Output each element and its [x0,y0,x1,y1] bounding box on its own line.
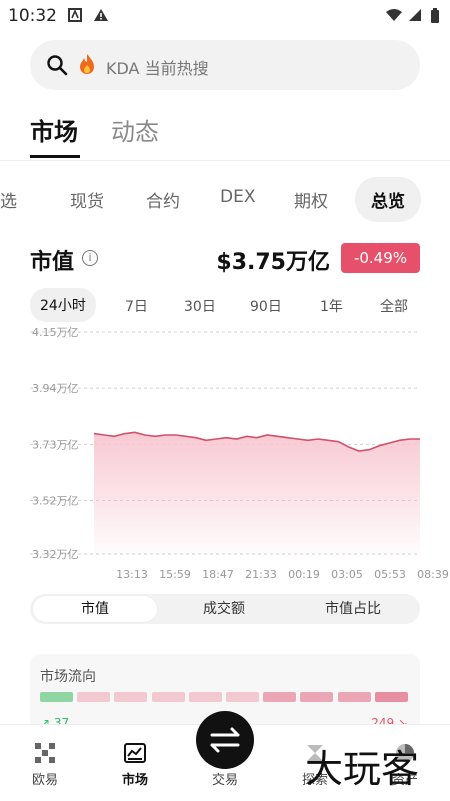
info-icon[interactable]: i [82,250,98,266]
y-tick-label: 4.15万亿 [32,326,79,339]
flow-bar-segment [374,692,408,702]
y-tick-label: 3.32万亿 [32,548,79,561]
x-axis-ticks: 13:13 15:59 18:47 21:33 00:19 03:05 05:53 08:39 [116,568,449,581]
range-all[interactable]: 全部 [380,296,408,316]
segment-dominance[interactable]: 市值占比 [290,594,416,624]
active-tab-underline [30,155,80,158]
flow-bar-segment [337,692,371,702]
range-7d[interactable]: 7日 [125,296,148,316]
y-tick-label: 3.52万亿 [32,495,79,508]
segment-volume[interactable]: 成交额 [162,594,286,624]
flow-bar-segment [77,692,111,702]
trade-button[interactable] [196,711,254,769]
chart-area [94,432,420,554]
okx-logo-icon[interactable] [35,743,55,763]
x-tick-label: 05:53 [374,568,406,581]
search-placeholder: KDA 当前热搜 [106,59,209,78]
x-tick-label: 03:05 [331,568,363,581]
swap-arrows-icon [210,727,240,753]
flow-bar-segment [114,692,148,702]
market-cap-chart[interactable]: 4.15万亿 3.94万亿 3.73万亿 3.52万亿 3.32万亿 13:13 15:5… [0,320,450,590]
range-1y[interactable]: 1年 [320,296,343,316]
market-cap-title: 市值 [30,250,75,275]
change-badge: -0.49% [341,243,420,273]
x-tick-label: 18:47 [202,568,234,581]
range-30d[interactable]: 30日 [184,296,216,316]
range-24h[interactable]: 24小时 [30,288,96,322]
subtab-dex[interactable]: DEX [220,187,255,207]
flow-bar-segment [40,692,73,702]
tab-market[interactable]: 市场 [30,112,78,147]
market-chart-icon[interactable] [124,743,146,763]
divider [0,160,450,161]
flow-bar-segment [151,692,185,702]
nav-market[interactable]: 市场 [105,769,165,788]
market-flow-title: 市场流向 [40,669,96,685]
x-tick-label: 00:19 [288,568,320,581]
search-bar[interactable]: KDA 当前热搜 [30,40,420,90]
subtab-options[interactable]: 期权 [294,187,328,212]
y-axis-ticks: 4.15万亿 3.94万亿 3.73万亿 3.52万亿 3.32万亿 [32,326,79,561]
warning-icon [93,8,109,26]
x-tick-label: 21:33 [245,568,277,581]
nav-trade[interactable]: 交易 [195,769,255,788]
flow-bar-segment [263,692,297,702]
search-icon [46,54,68,80]
notification-icon [68,8,82,26]
tab-feed[interactable]: 动态 [111,112,159,147]
nav-okx[interactable]: 欧易 [15,769,75,788]
subtab-futures[interactable]: 合约 [146,187,180,212]
chart-metric-segment: 市值 成交额 市值占比 [30,594,420,624]
subtab-spot[interactable]: 现货 [70,187,104,212]
status-bar: 10:32 [0,0,450,32]
market-cap-value: $3.75万亿 [216,250,330,275]
y-tick-label: 3.94万亿 [32,382,79,395]
x-tick-label: 13:13 [116,568,148,581]
fire-icon [78,53,96,80]
status-time: 10:32 [8,6,57,26]
y-tick-label: 3.73万亿 [32,438,79,451]
range-90d[interactable]: 90日 [250,296,282,316]
subtab-favorites[interactable]: 自选 [0,187,17,212]
flow-bar-segment [226,692,259,702]
sub-tabs: 自选 现货 合约 DEX 期权 总览 [0,175,450,222]
flow-bar-segment [300,692,334,702]
segment-market-cap[interactable]: 市值 [33,596,157,622]
time-range-tabs: 24小时 7日 30日 90日 1年 全部 [0,288,450,322]
battery-icon [430,8,440,28]
x-tick-label: 15:59 [159,568,191,581]
x-tick-label: 08:39 [417,568,449,581]
watermark: 大玩客 [305,747,420,791]
subtab-overview[interactable]: 总览 [355,177,421,222]
signal-icon [408,8,422,26]
wifi-icon [385,8,403,26]
flow-bar-segment [188,692,222,702]
